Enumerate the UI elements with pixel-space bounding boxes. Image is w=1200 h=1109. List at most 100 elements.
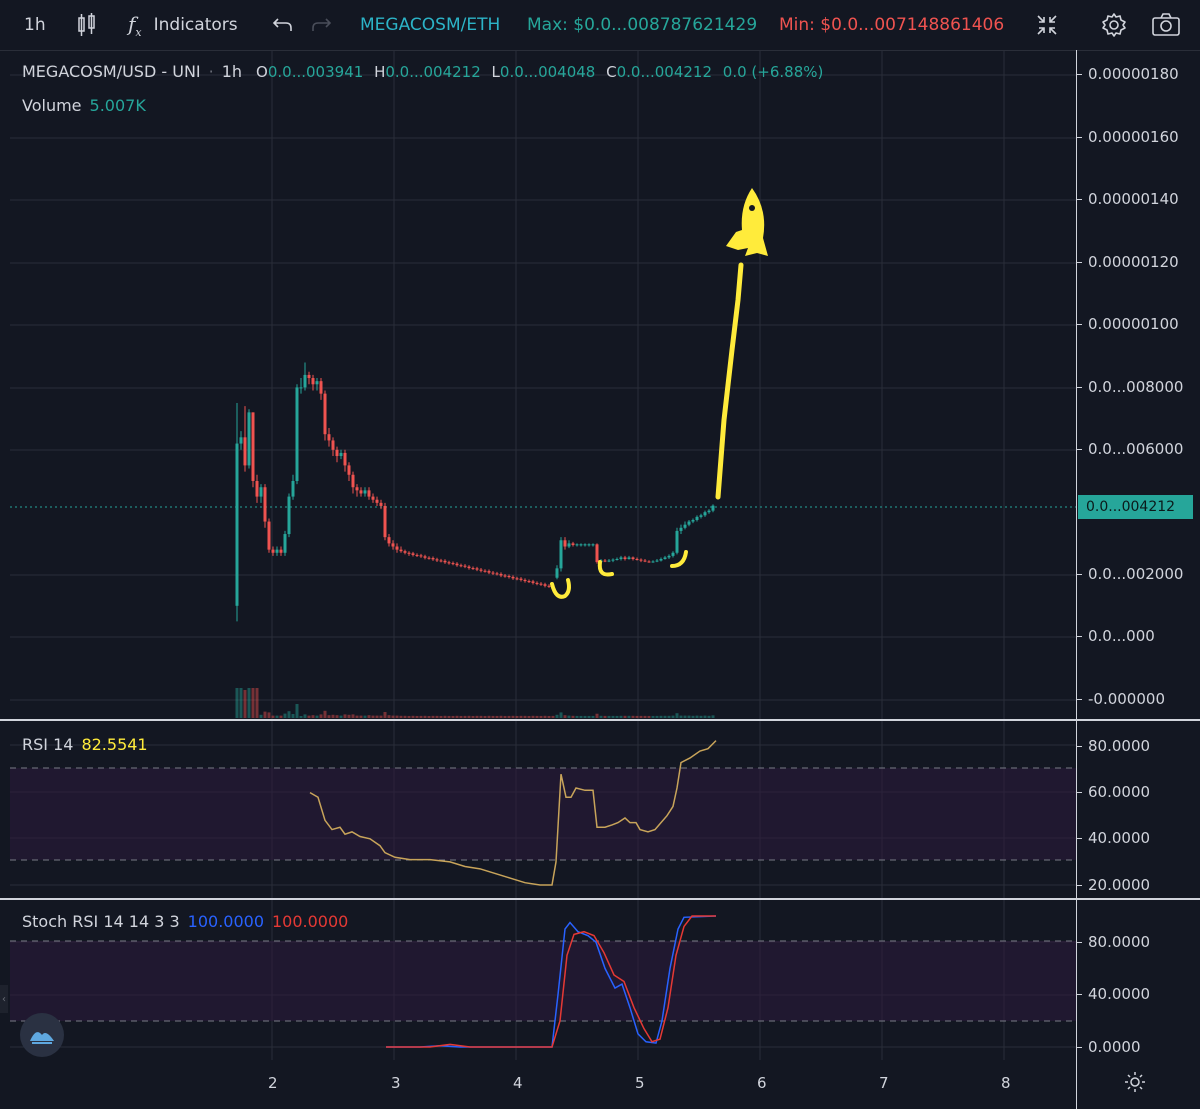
time-tick: 8 [1001, 1074, 1011, 1092]
rsi-tick: 60.0000 [1075, 783, 1151, 801]
price-tick: 0.0...006000 [1075, 440, 1184, 458]
price-tick: -0.000000 [1076, 690, 1165, 708]
candle-body [395, 546, 399, 550]
candle-body [247, 412, 251, 466]
volume-bar [343, 714, 347, 718]
volume-bar [415, 715, 419, 718]
candle-body [463, 565, 467, 567]
volume-bar [439, 715, 443, 718]
volume-bar [503, 715, 507, 718]
volume-bar [607, 715, 611, 718]
candle-body [331, 440, 335, 450]
candle-body [351, 474, 355, 488]
candle-body [667, 555, 671, 558]
cup-drawing-2 [597, 560, 614, 577]
volume-bar [459, 715, 463, 718]
candle-body [519, 578, 523, 580]
volume-bar [659, 715, 663, 718]
volume-bar [599, 715, 603, 718]
candle-body [471, 568, 475, 570]
symbol-label[interactable]: MEGACOSM/USD - UNI [22, 62, 201, 81]
price-chart[interactable] [0, 0, 1200, 1109]
candle-body [579, 544, 583, 546]
candle-body [559, 540, 563, 569]
volume-bar [623, 715, 627, 718]
volume-bar [455, 715, 459, 718]
volume-bar [683, 715, 687, 718]
candle-body [443, 560, 447, 563]
stoch-tick: 0.0000 [1076, 1038, 1141, 1056]
candle-body [311, 378, 315, 385]
volume-bar [411, 715, 415, 718]
volume-bar [567, 715, 571, 718]
candle-body [683, 524, 687, 528]
volume-bar [575, 715, 579, 718]
volume-bar [315, 715, 319, 718]
stoch-label: Stoch RSI 14 14 3 3 [22, 912, 180, 931]
time-tick: 2 [268, 1074, 278, 1092]
volume-bar [323, 710, 327, 718]
high-label: H [374, 62, 386, 81]
rsi-band [10, 768, 1076, 860]
close-value: 0.0...004212 [616, 62, 713, 81]
volume-bar [331, 714, 335, 718]
volume-bar [519, 715, 523, 718]
volume-bar [467, 715, 471, 718]
volume-bar [383, 712, 387, 718]
pane-separator-rsi[interactable] [0, 719, 1200, 721]
candle-body [583, 544, 587, 546]
volume-bar [375, 715, 379, 718]
price-tick: 0.0...002000 [1075, 565, 1184, 583]
volume-bar [679, 715, 683, 718]
volume-bar [491, 715, 495, 718]
candle-body [707, 510, 711, 513]
volume-bar [275, 715, 279, 718]
volume-bar [351, 714, 355, 718]
candle-body [507, 576, 511, 578]
candle-body [643, 560, 647, 562]
volume-bar [551, 715, 555, 718]
candle-body [363, 490, 367, 494]
candle-body [647, 561, 651, 563]
volume-bar [591, 715, 595, 718]
candle-body [467, 566, 471, 569]
up-arrow-line [715, 262, 744, 500]
volume-legend: Volume 5.007K [22, 96, 146, 115]
candle-body [539, 583, 543, 585]
candle-body [535, 582, 539, 584]
candle-body [483, 570, 487, 572]
rsi-value: 82.5541 [81, 735, 148, 754]
volume-bar [711, 715, 715, 718]
candle-body [639, 559, 643, 561]
price-tick: 0.00000100 [1076, 315, 1179, 333]
rsi-tick: 40.0000 [1075, 829, 1151, 847]
candle-body [495, 573, 499, 575]
candle-body [411, 553, 415, 555]
collapse-handle[interactable]: ‹ [0, 985, 8, 1013]
volume-bar [267, 712, 271, 718]
volume-bar [327, 715, 331, 718]
candle-body [423, 556, 427, 558]
legend-interval: 1h [221, 62, 243, 81]
volume-bar [431, 715, 435, 718]
candle-body [687, 521, 691, 525]
volume-bar [419, 715, 423, 718]
candle-body [343, 452, 347, 466]
pane-separator-stoch[interactable] [0, 898, 1200, 900]
volume-bar [251, 688, 255, 718]
candle-body [563, 540, 567, 547]
candle-body [547, 585, 551, 587]
volume-bar [479, 715, 483, 718]
time-tick: 7 [879, 1074, 889, 1092]
open-label: O [256, 62, 268, 81]
rsi-tick: 20.0000 [1075, 876, 1151, 894]
candle-body [279, 549, 283, 553]
logo-icon [20, 1013, 64, 1057]
volume-bar [287, 711, 291, 718]
volume-bar [579, 715, 583, 718]
candle-body [347, 465, 351, 475]
candle-body [523, 579, 527, 582]
cup-drawing-1 [550, 578, 571, 599]
gear-icon[interactable] [1123, 1070, 1147, 1098]
volume-bar [603, 715, 607, 718]
